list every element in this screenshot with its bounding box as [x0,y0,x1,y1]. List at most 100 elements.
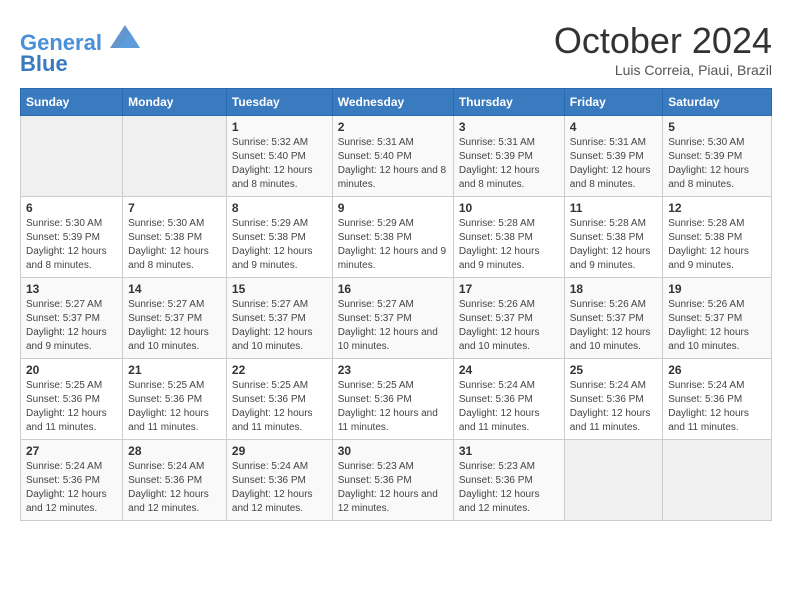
calendar-day-cell: 29Sunrise: 5:24 AM Sunset: 5:36 PM Dayli… [226,440,332,521]
calendar-day-cell: 18 Sunrise: 5:26 AM Sunset: 5:37 PM Dayli… [564,278,663,359]
day-number: 18 [570,282,658,296]
day-info: Sunrise: 5:29 AM Sunset: 5:38 PM Dayligh… [338,217,448,273]
day-info: Sunrise: 5:29 AM Sunset: 5:38 PM Dayligh… [232,217,327,273]
day-number: 4 [570,120,658,134]
day-number: 29 [232,444,327,458]
calendar-day-cell: 2Sunrise: 5:31 AM Sunset: 5:40 PM Daylig… [332,116,453,197]
day-number: 23 [338,363,448,377]
day-info: Sunrise: 5:26 AM Sunset: 5:37 PM Dayligh… [570,298,658,354]
calendar-day-header: Saturday [663,89,772,116]
location-subtitle: Luis Correia, Piaui, Brazil [554,62,772,78]
calendar-day-cell: 23 Sunrise: 5:25 AM Sunset: 5:36 PM Dayli… [332,359,453,440]
day-info: Sunrise: 5:23 AM Sunset: 5:36 PM Dayligh… [338,460,448,516]
calendar-day-cell: 4 Sunrise: 5:31 AM Sunset: 5:39 PM Daylig… [564,116,663,197]
day-info: Sunrise: 5:32 AM Sunset: 5:40 PM Dayligh… [232,136,327,192]
month-title: October 2024 [554,20,772,62]
day-info: Sunrise: 5:27 AM Sunset: 5:37 PM Dayligh… [128,298,221,354]
calendar-day-cell [123,116,227,197]
calendar-week-row: 6 Sunrise: 5:30 AM Sunset: 5:39 PM Daylig… [21,197,772,278]
day-number: 5 [668,120,766,134]
day-number: 20 [26,363,117,377]
day-info: Sunrise: 5:24 AM Sunset: 5:36 PM Dayligh… [668,379,766,435]
calendar-day-header: Sunday [21,89,123,116]
day-info: Sunrise: 5:28 AM Sunset: 5:38 PM Dayligh… [570,217,658,273]
day-info: Sunrise: 5:27 AM Sunset: 5:37 PM Dayligh… [338,298,448,354]
calendar-day-cell: 19 Sunrise: 5:26 AM Sunset: 5:37 PM Dayli… [663,278,772,359]
day-number: 31 [459,444,559,458]
day-info: Sunrise: 5:30 AM Sunset: 5:39 PM Dayligh… [668,136,766,192]
calendar-day-cell [663,440,772,521]
logo-text: General [20,20,140,55]
day-info: Sunrise: 5:25 AM Sunset: 5:36 PM Dayligh… [26,379,117,435]
day-number: 21 [128,363,221,377]
calendar-day-cell: 3 Sunrise: 5:31 AM Sunset: 5:39 PM Daylig… [453,116,564,197]
calendar-week-row: 1Sunrise: 5:32 AM Sunset: 5:40 PM Daylig… [21,116,772,197]
calendar-day-cell: 26 Sunrise: 5:24 AM Sunset: 5:36 PM Dayli… [663,359,772,440]
day-number: 8 [232,201,327,215]
day-info: Sunrise: 5:26 AM Sunset: 5:37 PM Dayligh… [668,298,766,354]
day-info: Sunrise: 5:31 AM Sunset: 5:39 PM Dayligh… [459,136,559,192]
day-number: 26 [668,363,766,377]
day-info: Sunrise: 5:24 AM Sunset: 5:36 PM Dayligh… [570,379,658,435]
day-number: 10 [459,201,559,215]
day-number: 15 [232,282,327,296]
logo: General Blue [20,20,140,77]
day-number: 30 [338,444,448,458]
calendar-day-cell: 7 Sunrise: 5:30 AM Sunset: 5:38 PM Daylig… [123,197,227,278]
day-info: Sunrise: 5:25 AM Sunset: 5:36 PM Dayligh… [338,379,448,435]
calendar-day-cell: 17Sunrise: 5:26 AM Sunset: 5:37 PM Dayli… [453,278,564,359]
day-info: Sunrise: 5:24 AM Sunset: 5:36 PM Dayligh… [128,460,221,516]
day-number: 13 [26,282,117,296]
day-number: 7 [128,201,221,215]
calendar-day-cell: 9Sunrise: 5:29 AM Sunset: 5:38 PM Daylig… [332,197,453,278]
day-info: Sunrise: 5:28 AM Sunset: 5:38 PM Dayligh… [668,217,766,273]
calendar-day-cell [564,440,663,521]
day-number: 25 [570,363,658,377]
calendar-header-row: SundayMondayTuesdayWednesdayThursdayFrid… [21,89,772,116]
calendar-table: SundayMondayTuesdayWednesdayThursdayFrid… [20,88,772,521]
calendar-day-cell: 13 Sunrise: 5:27 AM Sunset: 5:37 PM Dayli… [21,278,123,359]
day-info: Sunrise: 5:26 AM Sunset: 5:37 PM Dayligh… [459,298,559,354]
page-header: General Blue October 2024 Luis Correia, … [20,20,772,78]
day-info: Sunrise: 5:24 AM Sunset: 5:36 PM Dayligh… [26,460,117,516]
calendar-day-cell: 27 Sunrise: 5:24 AM Sunset: 5:36 PM Dayli… [21,440,123,521]
calendar-day-cell: 22Sunrise: 5:25 AM Sunset: 5:36 PM Dayli… [226,359,332,440]
calendar-day-cell: 15 Sunrise: 5:27 AM Sunset: 5:37 PM Dayli… [226,278,332,359]
calendar-day-header: Wednesday [332,89,453,116]
calendar-day-header: Thursday [453,89,564,116]
day-number: 3 [459,120,559,134]
day-info: Sunrise: 5:31 AM Sunset: 5:40 PM Dayligh… [338,136,448,192]
calendar-day-cell: 28 Sunrise: 5:24 AM Sunset: 5:36 PM Dayli… [123,440,227,521]
calendar-day-cell: 20 Sunrise: 5:25 AM Sunset: 5:36 PM Dayli… [21,359,123,440]
day-number: 14 [128,282,221,296]
calendar-day-cell: 24Sunrise: 5:24 AM Sunset: 5:36 PM Dayli… [453,359,564,440]
calendar-day-cell: 10Sunrise: 5:28 AM Sunset: 5:38 PM Dayli… [453,197,564,278]
calendar-day-cell: 8 Sunrise: 5:29 AM Sunset: 5:38 PM Daylig… [226,197,332,278]
day-info: Sunrise: 5:23 AM Sunset: 5:36 PM Dayligh… [459,460,559,516]
calendar-day-header: Monday [123,89,227,116]
day-info: Sunrise: 5:27 AM Sunset: 5:37 PM Dayligh… [232,298,327,354]
day-info: Sunrise: 5:30 AM Sunset: 5:38 PM Dayligh… [128,217,221,273]
calendar-day-cell: 25 Sunrise: 5:24 AM Sunset: 5:36 PM Dayli… [564,359,663,440]
day-number: 16 [338,282,448,296]
day-info: Sunrise: 5:31 AM Sunset: 5:39 PM Dayligh… [570,136,658,192]
calendar-week-row: 13 Sunrise: 5:27 AM Sunset: 5:37 PM Dayli… [21,278,772,359]
calendar-day-header: Friday [564,89,663,116]
calendar-week-row: 20 Sunrise: 5:25 AM Sunset: 5:36 PM Dayli… [21,359,772,440]
calendar-day-cell: 21Sunrise: 5:25 AM Sunset: 5:36 PM Dayli… [123,359,227,440]
title-block: October 2024 Luis Correia, Piaui, Brazil [554,20,772,78]
calendar-day-header: Tuesday [226,89,332,116]
calendar-day-cell: 31 Sunrise: 5:23 AM Sunset: 5:36 PM Dayli… [453,440,564,521]
calendar-day-cell: 12 Sunrise: 5:28 AM Sunset: 5:38 PM Dayli… [663,197,772,278]
day-info: Sunrise: 5:30 AM Sunset: 5:39 PM Dayligh… [26,217,117,273]
day-info: Sunrise: 5:25 AM Sunset: 5:36 PM Dayligh… [232,379,327,435]
day-number: 19 [668,282,766,296]
calendar-day-cell: 6 Sunrise: 5:30 AM Sunset: 5:39 PM Daylig… [21,197,123,278]
day-number: 6 [26,201,117,215]
calendar-day-cell: 30 Sunrise: 5:23 AM Sunset: 5:36 PM Dayli… [332,440,453,521]
day-number: 27 [26,444,117,458]
day-info: Sunrise: 5:27 AM Sunset: 5:37 PM Dayligh… [26,298,117,354]
calendar-day-cell: 5 Sunrise: 5:30 AM Sunset: 5:39 PM Daylig… [663,116,772,197]
day-number: 28 [128,444,221,458]
day-number: 12 [668,201,766,215]
